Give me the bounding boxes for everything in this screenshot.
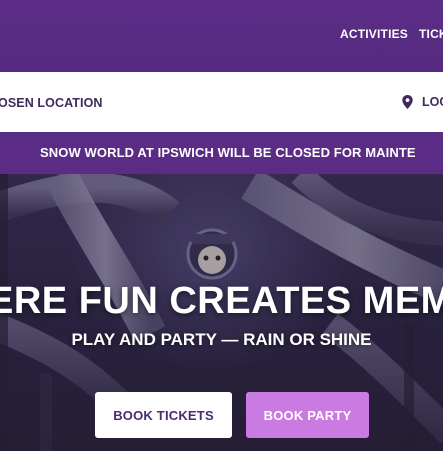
maintenance-notice-text: SNOW WORLD AT IPSWICH WILL BE CLOSED FOR… <box>40 145 416 160</box>
hero-section: ERE FUN CREATES MEMO PLAY AND PARTY — RA… <box>0 174 443 451</box>
map-pin-icon <box>402 95 413 109</box>
maintenance-notice-banner: SNOW WORLD AT IPSWICH WILL BE CLOSED FOR… <box>0 132 443 174</box>
book-tickets-button[interactable]: BOOK TICKETS <box>95 392 232 438</box>
location-link-label: LOC <box>422 95 443 109</box>
book-party-button[interactable]: BOOK PARTY <box>246 392 369 438</box>
nav-tickets-link[interactable]: TICK <box>419 27 443 41</box>
hero-subtitle: PLAY AND PARTY — RAIN OR SHINE <box>71 330 372 349</box>
location-bar: OSEN LOCATION LOC <box>0 72 443 132</box>
top-navigation: ACTIVITIES TICK <box>0 0 443 72</box>
nav-activities-link[interactable]: ACTIVITIES <box>340 27 408 41</box>
hero-title: ERE FUN CREATES MEMO <box>0 280 443 322</box>
chosen-location-label[interactable]: OSEN LOCATION <box>0 96 103 110</box>
